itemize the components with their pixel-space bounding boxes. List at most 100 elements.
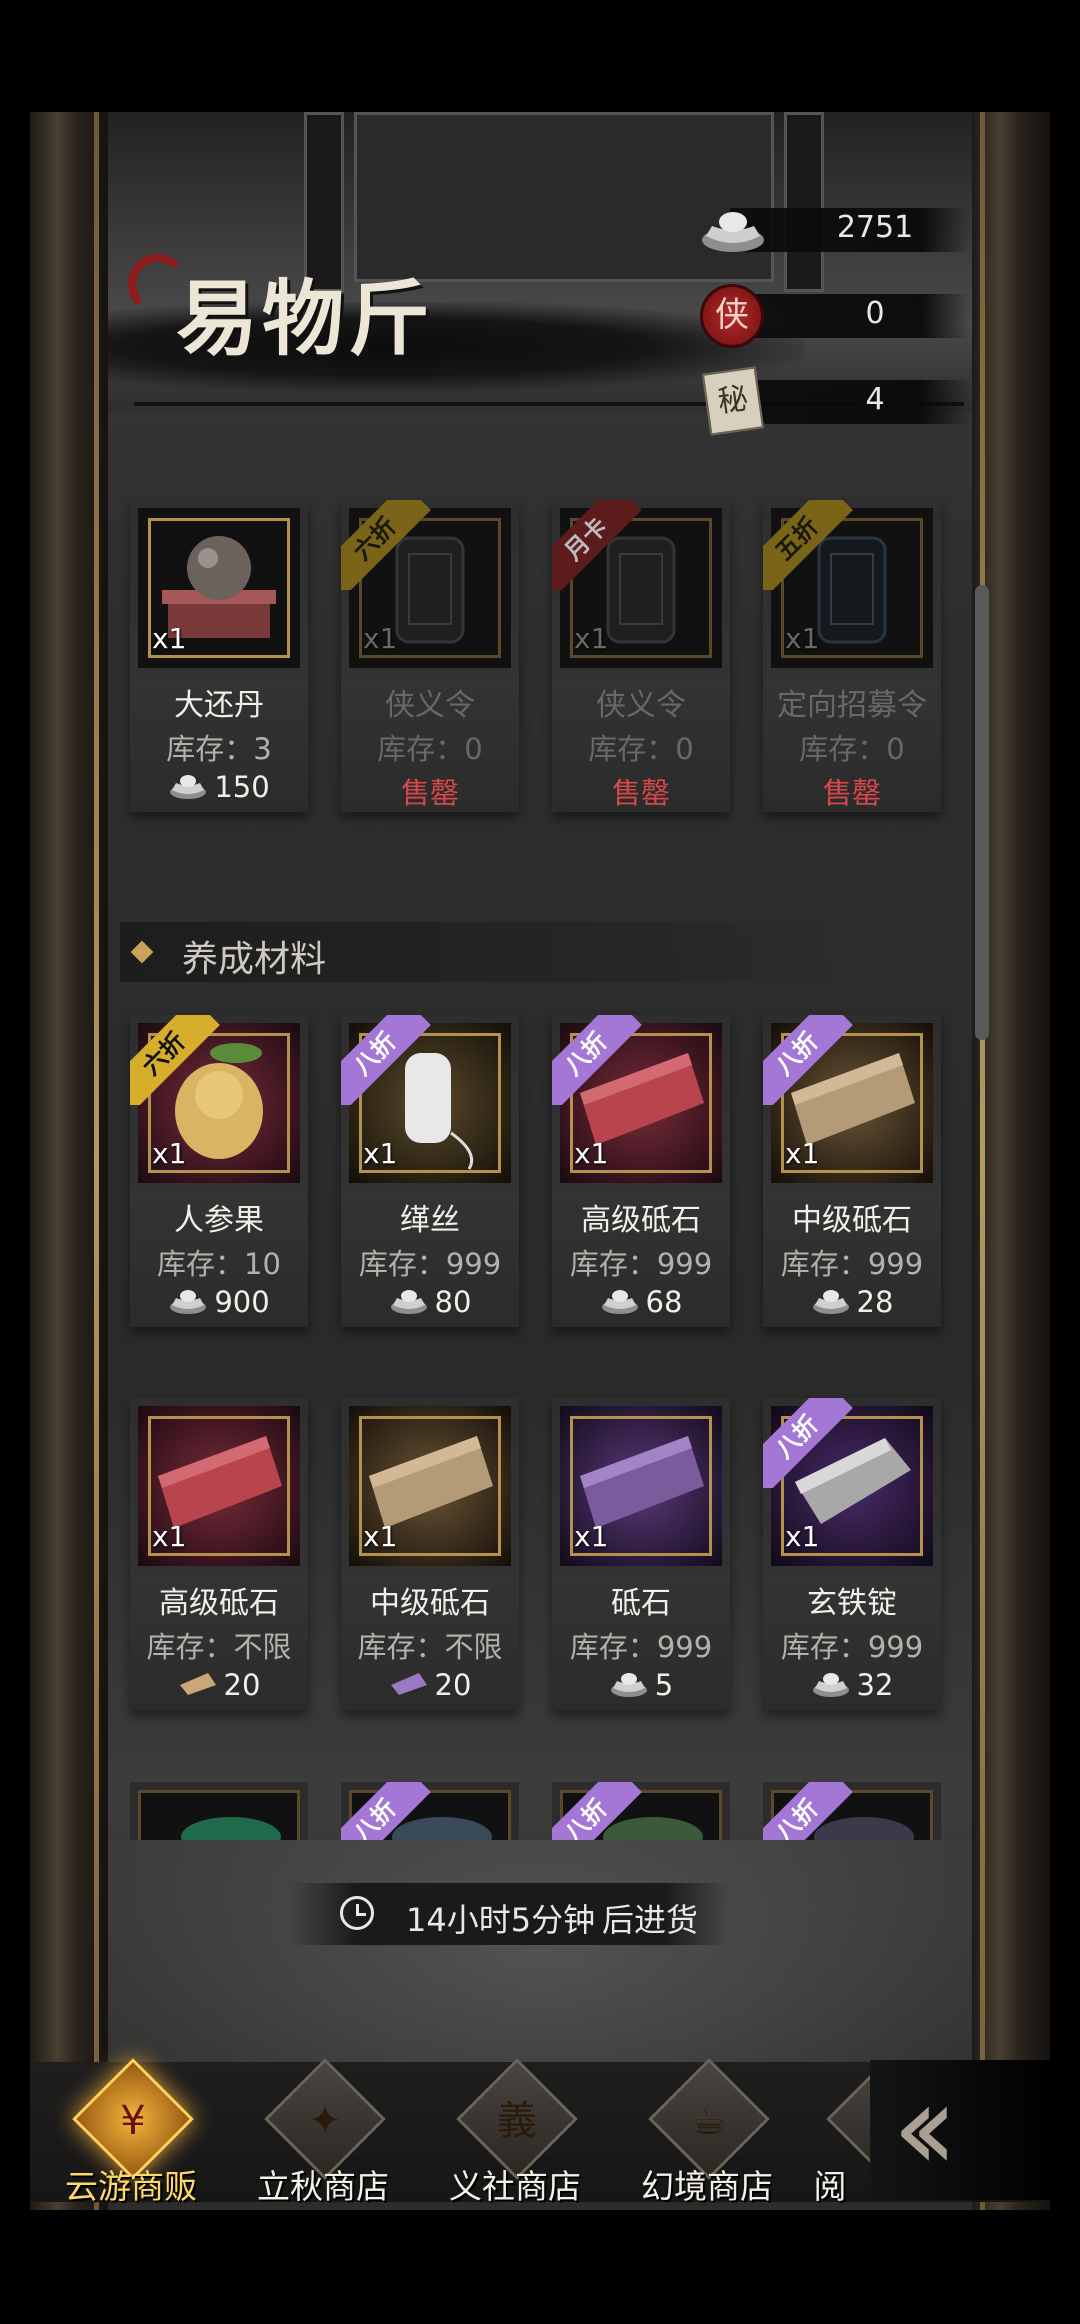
merchant-coin-icon: ¥ (120, 2098, 146, 2144)
item-stock: 库存：0 (799, 732, 905, 766)
item-name: 高级砥石 (581, 1203, 701, 1238)
shop-item-card[interactable]: x1 大还丹库存：3 150 (130, 500, 308, 812)
discount-ribbon: 八折 (552, 1015, 642, 1105)
collapse-tabs-button[interactable]: ‹‹ (870, 2060, 1050, 2200)
item-price: 20 (130, 1668, 308, 1704)
shop-item-card[interactable]: x1 高级砥石库存：不限 20 (130, 1398, 308, 1710)
scrollbar[interactable] (975, 585, 989, 1040)
shop-item-card-partial[interactable]: 八折 (341, 1782, 519, 1840)
discount-ribbon: 五折 (763, 500, 853, 590)
shop-item-card[interactable]: x1 八折 玄铁锭 库存：999 32 (763, 1398, 941, 1710)
item-quantity: x1 (785, 622, 820, 655)
item-name: 高级砥石 (159, 1586, 279, 1621)
item-stock: 库存：999 (569, 1247, 713, 1281)
item-stock: 库存：10 (157, 1247, 281, 1281)
silver-ingot-icon (168, 1287, 208, 1322)
silver-ingot-icon (811, 1670, 851, 1705)
item-price: 150 (130, 770, 308, 807)
item-stock: 库存：0 (377, 732, 483, 766)
restock-timer: 14小时5分钟 后进货 (290, 1883, 730, 1945)
item-name: 中级砥石 (792, 1203, 912, 1238)
item-name: 中级砥石 (370, 1586, 490, 1621)
item-quantity: x1 (785, 1520, 820, 1553)
item-icon-box: x1 (349, 1406, 511, 1566)
tab-label: 幻境商店 (641, 2167, 773, 2206)
item-stock: 库存：0 (588, 732, 694, 766)
item-quantity: x1 (152, 622, 187, 655)
item-icon-box: x1 (138, 508, 300, 668)
item-price: 售罄 (400, 776, 459, 810)
item-name: 砥石 (611, 1586, 671, 1621)
item-stock: 库存：不限 (146, 1630, 292, 1664)
item-stock: 库存：999 (780, 1630, 924, 1664)
top-safe-area (0, 0, 1080, 112)
item-price: 80 (341, 1285, 519, 1322)
item-stock: 库存：999 (780, 1247, 924, 1281)
currency-silver: 2751 (700, 198, 970, 262)
silver-amount: 2751 (836, 210, 914, 245)
shop-item-card[interactable]: x1 八折 缂丝 库存：999 80 (341, 1015, 519, 1327)
item-price: 68 (552, 1285, 730, 1322)
item-quantity: x1 (574, 622, 609, 655)
item-price: 28 (763, 1285, 941, 1322)
whetstone-currency-icon (389, 1670, 429, 1704)
item-price: 售罄 (611, 776, 670, 810)
secret-book-icon: 秘 (700, 366, 766, 436)
discount-ribbon: 八折 (763, 1015, 853, 1105)
shop-item-card[interactable]: x1 六折 人参果 库存：10 900 (130, 1015, 308, 1327)
item-quantity: x1 (574, 1520, 609, 1553)
shop-item-card[interactable]: x1 六折 侠义令 库存：0 售罄 (341, 500, 519, 812)
discount-ribbon: 八折 (763, 1782, 853, 1840)
silver-ingot-icon (600, 1287, 640, 1322)
shop-item-card[interactable]: x1 月卡侠义令库存：0 售罄 (552, 500, 730, 812)
item-price: 5 (552, 1668, 730, 1705)
shop-item-card[interactable]: x1 八折 中级砥石 库存：999 28 (763, 1015, 941, 1327)
silver-ingot-icon (168, 772, 208, 807)
item-name: 侠义令 (596, 688, 686, 723)
item-name: 侠义令 (385, 688, 475, 723)
currency-xia: 侠 0 (700, 284, 970, 348)
left-pillar-decoration (30, 112, 108, 2210)
tab-teapot[interactable]: ☕ 幻境商店 (622, 2058, 792, 2210)
shop-item-card[interactable]: x1 砥石 库存：999 5 (552, 1398, 730, 1710)
shop-item-card[interactable]: x1 五折 定向招募令 库存：0 售罄 (763, 500, 941, 812)
silver-ingot-icon (609, 1670, 649, 1705)
shop-item-card[interactable]: x1 八折高级砥石库存：999 68 (552, 1015, 730, 1327)
item-price: 20 (341, 1668, 519, 1704)
discount-ribbon: 六折 (341, 500, 431, 590)
item-name: 人参果 (174, 1203, 264, 1238)
discount-ribbon: 月卡 (552, 500, 642, 590)
item-name: 玄铁锭 (807, 1586, 897, 1621)
treasure-chest-icon: ✦ (308, 2098, 342, 2144)
item-icon-box: x1 (138, 1406, 300, 1566)
shop-item-card-partial[interactable] (130, 1782, 308, 1840)
bottom-safe-area (0, 2210, 1080, 2324)
page-title: 易物斤 (176, 271, 435, 367)
tab-label: 云游商贩 (65, 2167, 197, 2206)
double-chevron-left-icon: ‹‹ (892, 2059, 958, 2198)
secret-amount: 4 (865, 382, 885, 417)
tab-label: 阅 (813, 2167, 847, 2206)
tab-merchant-coin[interactable]: ¥ 云游商贩 (46, 2058, 216, 2210)
tab-scroll-seal[interactable]: 義义社商店 (430, 2058, 600, 2210)
shop-item-card[interactable]: x1 中级砥石 库存：不限 20 (341, 1398, 519, 1710)
discount-ribbon: 六折 (130, 1015, 220, 1105)
silver-ingot-icon (811, 1287, 851, 1322)
item-icon-box: x1 (560, 1406, 722, 1566)
discount-ribbon: 八折 (763, 1398, 853, 1488)
shop-item-card-partial[interactable]: 八折 (552, 1782, 730, 1840)
section-header: 养成材料 (120, 922, 850, 982)
tab-treasure-chest[interactable]: ✦ 立秋商店 (238, 2058, 408, 2210)
tab-label: 立秋商店 (257, 2167, 389, 2206)
diamond-bullet-icon (130, 940, 154, 964)
discount-ribbon: 八折 (341, 1015, 431, 1105)
shop-item-card-partial[interactable]: 八折 (763, 1782, 941, 1840)
item-stock: 库存：999 (358, 1247, 502, 1281)
item-quantity: x1 (574, 1137, 609, 1170)
scroll-seal-icon: 義 (497, 2098, 537, 2144)
item-price: 900 (130, 1285, 308, 1322)
item-quantity: x1 (363, 1520, 398, 1553)
item-stock: 库存：3 (166, 732, 272, 766)
item-name: 大还丹 (174, 688, 264, 723)
xia-seal-icon: 侠 (700, 284, 766, 348)
